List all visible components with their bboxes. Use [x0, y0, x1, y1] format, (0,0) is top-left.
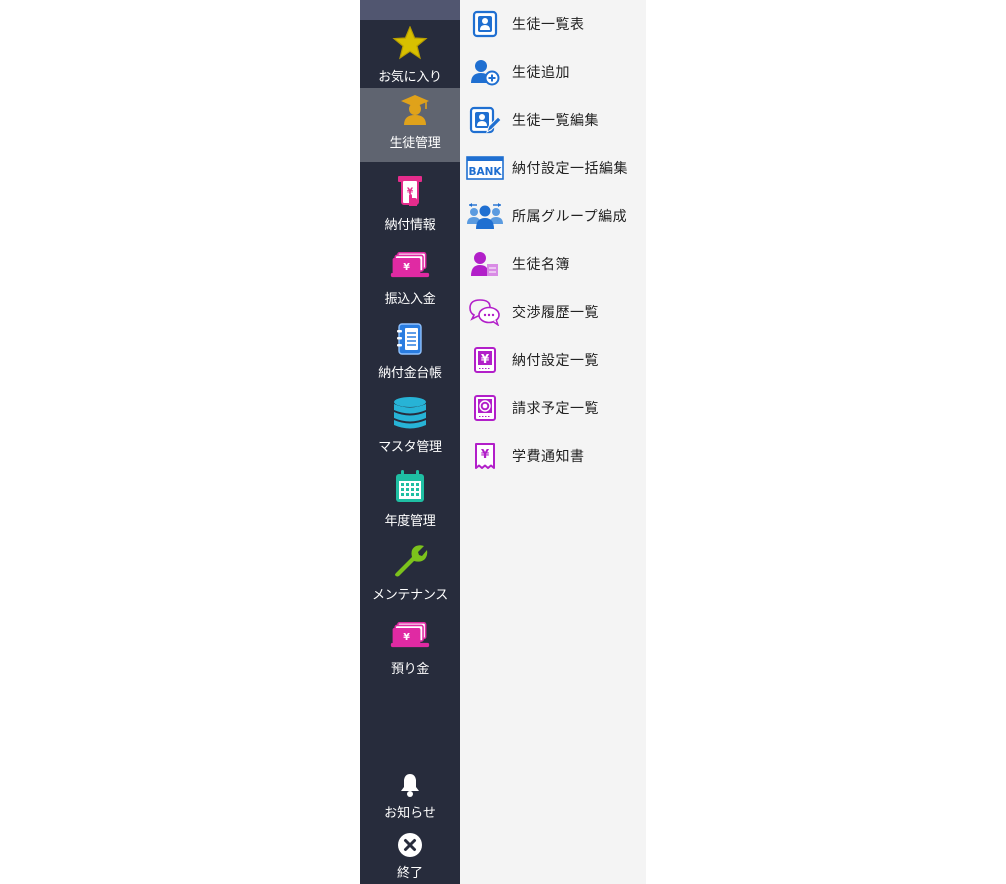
sidebar-item-maintenance[interactable]: メンテナンス	[360, 540, 460, 614]
sidebar-item-label: 納付金台帳	[378, 366, 442, 381]
ledger-notebook-icon	[390, 320, 430, 358]
sidebar-item-label: 納付情報	[384, 218, 436, 233]
svg-text:¥: ¥	[481, 352, 490, 366]
sidebar: お気に入り 生徒管理 ¥ 納付情報 ¥ 振込入金 納付金台帳 マスタ管理 年度管…	[360, 0, 460, 884]
chat-bubbles-icon	[466, 297, 504, 327]
submenu-item-student-roster[interactable]: 生徒名簿	[460, 240, 646, 288]
active-indicator	[360, 88, 370, 162]
bell-icon	[399, 772, 421, 798]
add-user-icon	[466, 57, 504, 87]
payment-terminal-icon: ¥	[390, 172, 430, 210]
svg-text:¥: ¥	[481, 447, 490, 461]
submenu-panel: 生徒一覧表 生徒追加 生徒一覧編集 BANK 納付設定一括編集 所属グループ編成…	[460, 0, 646, 884]
submenu-item-label: 生徒一覧表	[512, 17, 585, 33]
sidebar-item-payment-info[interactable]: ¥ 納付情報	[360, 170, 460, 244]
submenu-item-tuition-notice[interactable]: ¥ 学費通知書	[460, 432, 646, 480]
app-window: お気に入り 生徒管理 ¥ 納付情報 ¥ 振込入金 納付金台帳 マスタ管理 年度管…	[360, 0, 646, 884]
edit-student-card-icon	[466, 105, 504, 135]
sidebar-item-notifications[interactable]: お知らせ	[360, 772, 460, 824]
close-circle-icon	[397, 832, 423, 858]
bank-icon-text: BANK	[468, 166, 502, 178]
calendar-icon	[390, 468, 430, 506]
submenu-item-label: 納付設定一括編集	[512, 161, 628, 177]
group-users-icon	[466, 201, 504, 231]
svg-text:¥: ¥	[403, 632, 410, 643]
sidebar-item-favorites[interactable]: お気に入り	[360, 22, 460, 96]
submenu-item-label: 所属グループ編成	[512, 209, 628, 225]
yen-document-icon: ¥	[466, 345, 504, 375]
sidebar-item-label: 年度管理	[384, 514, 436, 529]
submenu-item-label: 請求予定一覧	[512, 401, 599, 417]
exit-button[interactable]: 終了	[360, 832, 460, 884]
submenu-item-group-assignment[interactable]: 所属グループ編成	[460, 192, 646, 240]
sidebar-item-label: メンテナンス	[372, 588, 448, 603]
student-card-icon	[466, 9, 504, 39]
yen-money-icon: ¥	[390, 616, 430, 654]
database-icon	[390, 394, 430, 432]
submenu-item-bulk-payment-settings[interactable]: BANK 納付設定一括編集	[460, 144, 646, 192]
sidebar-item-student-management[interactable]: 生徒管理	[360, 88, 460, 162]
sidebar-item-label: 生徒管理	[389, 136, 441, 151]
submenu-item-label: 交渉履歴一覧	[512, 305, 599, 321]
submenu-item-edit-student-list[interactable]: 生徒一覧編集	[460, 96, 646, 144]
star-icon	[390, 24, 430, 62]
sidebar-item-label: マスタ管理	[378, 440, 442, 455]
submenu-item-negotiation-history[interactable]: 交渉履歴一覧	[460, 288, 646, 336]
sidebar-item-label: お知らせ	[384, 806, 436, 821]
svg-text:¥: ¥	[403, 262, 410, 273]
sidebar-item-label: 終了	[396, 866, 423, 881]
submenu-item-label: 生徒一覧編集	[512, 113, 599, 129]
submenu-item-student-list[interactable]: 生徒一覧表	[460, 0, 646, 48]
sidebar-top-bar	[360, 0, 460, 20]
student-roster-icon	[466, 249, 504, 279]
sidebar-item-label: 振込入金	[384, 292, 436, 307]
submenu-item-add-student[interactable]: 生徒追加	[460, 48, 646, 96]
sidebar-item-label: お気に入り	[378, 70, 442, 85]
submenu-item-label: 学費通知書	[512, 449, 585, 465]
submenu-item-billing-schedule-list[interactable]: 請求予定一覧	[460, 384, 646, 432]
student-graduate-icon	[395, 90, 435, 128]
submenu-item-label: 生徒名簿	[512, 257, 570, 273]
yen-money-icon: ¥	[390, 246, 430, 284]
sidebar-item-label: 預り金	[390, 662, 430, 677]
sidebar-item-payment-ledger[interactable]: 納付金台帳	[360, 318, 460, 392]
sidebar-item-year-management[interactable]: 年度管理	[360, 466, 460, 540]
yen-receipt-icon: ¥	[466, 441, 504, 471]
wrench-icon	[390, 542, 430, 580]
sidebar-item-deposit[interactable]: ¥ 預り金	[360, 614, 460, 688]
bank-icon: BANK	[466, 153, 504, 183]
submenu-item-payment-settings-list[interactable]: ¥ 納付設定一覧	[460, 336, 646, 384]
coin-document-icon	[466, 393, 504, 423]
sidebar-item-bank-transfer[interactable]: ¥ 振込入金	[360, 244, 460, 318]
submenu-item-label: 納付設定一覧	[512, 353, 599, 369]
submenu-item-label: 生徒追加	[512, 65, 570, 81]
sidebar-item-master-management[interactable]: マスタ管理	[360, 392, 460, 466]
